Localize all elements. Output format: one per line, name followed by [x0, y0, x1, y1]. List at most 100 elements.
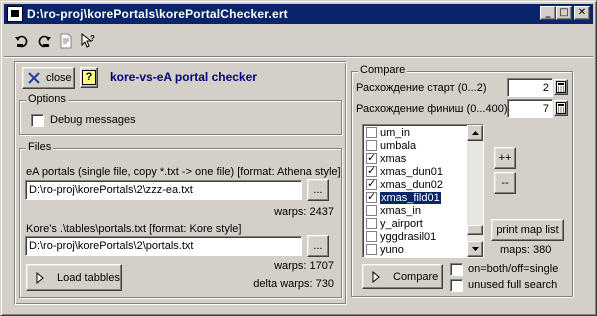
ea-browse-label: ...: [313, 184, 323, 196]
map-item-checkbox[interactable]: [366, 127, 377, 138]
close-button-label: close: [46, 72, 72, 84]
map-item-checkbox[interactable]: [366, 190, 377, 203]
start-calc-button[interactable]: [554, 79, 568, 95]
map-item-checkbox[interactable]: [366, 231, 377, 242]
app-title: kore-vs-eA portal checker: [110, 70, 257, 84]
map-item-checkbox[interactable]: [366, 177, 377, 190]
map-item-checkbox[interactable]: [366, 205, 377, 216]
scroll-down-button[interactable]: [467, 241, 483, 257]
page-icon[interactable]: [57, 32, 75, 50]
compare-legend: Compare: [358, 64, 408, 76]
print-map-list-button[interactable]: print map list: [491, 219, 564, 241]
map-list-item[interactable]: y_airport: [363, 217, 467, 230]
maximize-button[interactable]: □: [556, 6, 572, 20]
map-list-item[interactable]: xmas_dun01: [363, 164, 467, 178]
kore-portals-label: Kore's .\tables\portals.txt [format: Kor…: [26, 223, 242, 235]
options-legend: Options: [26, 93, 68, 105]
files-group: Files eA portals (single file, copy *.tx…: [19, 141, 342, 298]
scroll-up-icon: [471, 131, 479, 135]
select-all-button[interactable]: ++: [494, 147, 516, 169]
map-item-label: yggdrasil01: [380, 230, 437, 243]
map-list-scrollbar[interactable]: [467, 125, 483, 257]
toolbar-separator: [4, 56, 593, 58]
undo-arrow-icon[interactable]: [13, 32, 31, 50]
app-icon[interactable]: [7, 6, 23, 22]
load-tables-label: Load tabbles: [57, 271, 120, 284]
play-arrow-icon: [372, 270, 380, 283]
map-list-item[interactable]: yuno: [363, 243, 467, 256]
redo-arrow-icon[interactable]: [35, 32, 53, 50]
map-list-item[interactable]: xmas_dun02: [363, 177, 467, 191]
kore-browse-button[interactable]: ...: [307, 235, 329, 257]
svg-text:?: ?: [90, 34, 95, 43]
ea-browse-button[interactable]: ...: [307, 179, 329, 201]
map-item-label: xmas_fild01: [379, 190, 442, 205]
delta-warps-count: delta warps: 730: [253, 278, 334, 290]
close-icon: ✕: [577, 7, 587, 18]
compare-button[interactable]: Compare: [362, 264, 443, 289]
kore-browse-label: ...: [313, 240, 323, 252]
on-both-label: on=both/off=single: [468, 263, 559, 275]
map-list-item[interactable]: xmas_in: [363, 204, 467, 217]
map-item-checkbox[interactable]: [366, 140, 377, 151]
deselect-all-label: --: [501, 177, 509, 189]
help-button[interactable]: ?: [80, 67, 98, 88]
left-panel: close ? kore-vs-eA portal checker Option…: [14, 61, 347, 305]
main-window: D:\ro-proj\korePortals\korePortalChecker…: [0, 0, 597, 316]
close-button[interactable]: close: [22, 67, 75, 89]
context-help-icon[interactable]: ?: [79, 32, 97, 50]
files-legend: Files: [26, 141, 54, 153]
map-list-item[interactable]: umbala: [363, 139, 467, 152]
map-list[interactable]: um_inumbalaxmasxmas_dun01xmas_dun02xmas_…: [362, 124, 484, 258]
map-item-checkbox[interactable]: [366, 218, 377, 229]
ea-path-field[interactable]: D:\ro-proj\korePortals\2\zzz-ea.txt: [25, 180, 302, 200]
map-list-item[interactable]: yggdrasil01: [363, 230, 467, 243]
map-list-item[interactable]: um_in: [363, 126, 467, 139]
map-item-checkbox[interactable]: [366, 244, 377, 255]
on-both-checkbox[interactable]: [450, 263, 463, 276]
debug-messages-checkbox[interactable]: [31, 114, 44, 127]
map-item-checkbox[interactable]: [366, 151, 377, 164]
unused-full-search-label: unused full search: [468, 279, 558, 291]
play-arrow-icon: [36, 271, 44, 284]
map-item-label: um_in: [380, 126, 410, 139]
load-tables-button[interactable]: Load tabbles: [26, 264, 122, 291]
finish-divergence-input[interactable]: 7: [507, 99, 553, 118]
print-map-list-label: print map list: [496, 224, 559, 236]
calculator-icon: [556, 81, 566, 93]
scroll-down-icon: [471, 247, 479, 251]
compare-button-label: Compare: [393, 270, 439, 283]
start-divergence-input[interactable]: 2: [507, 78, 553, 97]
map-item-label: umbala: [380, 139, 417, 152]
unused-full-search-checkbox[interactable]: [450, 279, 463, 292]
finish-calc-button[interactable]: [554, 100, 568, 116]
kore-warps-count: warps: 1707: [274, 260, 334, 272]
map-item-label: xmas_in: [380, 204, 421, 217]
window-title: D:\ro-proj\korePortals\korePortalChecker…: [27, 7, 288, 21]
start-divergence-label: Расхождение старт (0...2): [356, 82, 487, 94]
minimize-button[interactable]: _: [540, 6, 556, 20]
map-item-label: yuno: [380, 243, 404, 256]
minimize-icon: _: [545, 7, 551, 18]
scroll-thumb[interactable]: [467, 225, 483, 235]
map-item-label: xmas_dun02: [380, 178, 443, 191]
scroll-up-button[interactable]: [467, 125, 483, 141]
maps-count: maps: 380: [500, 244, 552, 256]
ea-warps-count: warps: 2437: [274, 206, 334, 218]
compare-group: Compare Расхождение старт (0...2) 2 Расх…: [351, 64, 573, 297]
map-list-item[interactable]: xmas_fild01: [363, 190, 467, 205]
map-list-item[interactable]: xmas: [363, 151, 467, 165]
ea-portals-label: eA portals (single file, copy *.txt -> o…: [26, 166, 341, 178]
kore-path-field[interactable]: D:\ro-proj\korePortals\2\portals.txt: [25, 236, 302, 256]
calculator-icon: [556, 102, 566, 114]
map-item-checkbox[interactable]: [366, 164, 377, 177]
close-window-button[interactable]: ✕: [574, 6, 590, 20]
options-group: Options Debug messages: [19, 93, 342, 135]
deselect-all-button[interactable]: --: [494, 172, 516, 194]
select-all-label: ++: [498, 152, 512, 164]
map-list-items: um_inumbalaxmasxmas_dun01xmas_dun02xmas_…: [363, 126, 467, 256]
help-icon: ?: [82, 70, 96, 85]
map-item-label: xmas: [380, 152, 407, 165]
maximize-icon: □: [559, 7, 569, 18]
title-bar[interactable]: D:\ro-proj\korePortals\korePortalChecker…: [4, 4, 593, 24]
